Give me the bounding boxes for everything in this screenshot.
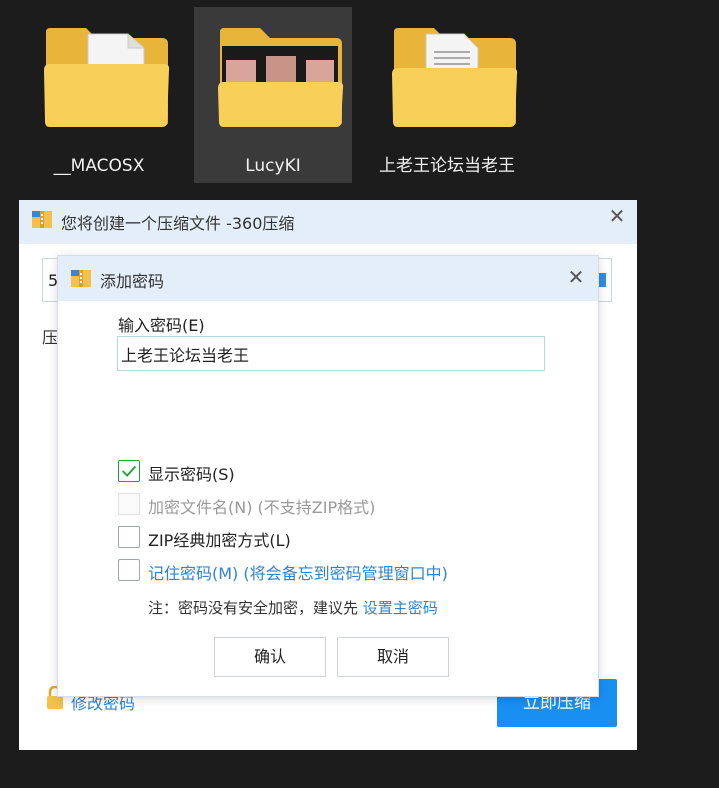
desktop-item-label: 上老王论坛当老王 (379, 156, 515, 176)
password-note: 注：密码没有安全加密，建议先 设置主密码 (148, 597, 438, 618)
close-icon[interactable]: ✕ (607, 206, 627, 226)
remember-password-label: 记住密码(M) (将会备忘到密码管理窗口中) (148, 564, 448, 583)
output-path-text: 5 (48, 271, 59, 290)
password-input-label: 输入密码(E) (118, 316, 205, 335)
desktop-item-lucyki[interactable]: LucyKI (194, 7, 352, 183)
close-icon[interactable]: ✕ (566, 267, 586, 287)
show-password-label: 显示密码(S) (148, 465, 235, 484)
compress-option-label: 压 (42, 328, 59, 347)
desktop-item-label: __MACOSX (53, 156, 145, 176)
checkmark-icon (121, 465, 137, 477)
folder-icon (44, 28, 170, 127)
password-input[interactable] (117, 336, 545, 371)
compress-dialog-titlebar[interactable]: 您将创建一个压缩文件 -360压缩 ✕ (19, 200, 637, 244)
show-password-checkbox[interactable] (118, 460, 140, 482)
set-master-password-link[interactable]: 设置主密码 (363, 599, 438, 617)
browse-icon[interactable] (598, 273, 606, 287)
archive-app-icon (32, 211, 52, 228)
password-note-text: 注：密码没有安全加密，建议先 (148, 599, 363, 617)
compress-dialog-title: 您将创建一个压缩文件 -360压缩 (61, 214, 295, 233)
encrypt-filenames-checkbox (118, 493, 140, 515)
add-password-titlebar[interactable]: 添加密码 ✕ (58, 256, 598, 301)
zip-classic-encryption-checkbox[interactable] (118, 526, 140, 548)
desktop-item-textfolder[interactable]: 上老王论坛当老王 (368, 7, 526, 183)
confirm-button[interactable]: 确认 (214, 637, 326, 677)
add-password-dialog: 添加密码 ✕ 输入密码(E) 显示密码(S) 加密文件名(N) (不支持ZIP格… (58, 256, 598, 696)
desktop-item-label: LucyKI (245, 156, 301, 176)
archive-app-icon (71, 270, 91, 287)
desktop-item-macosx[interactable]: __MACOSX (20, 7, 178, 183)
add-password-title: 添加密码 (100, 272, 165, 291)
encrypt-filenames-label: 加密文件名(N) (不支持ZIP格式) (148, 498, 376, 517)
zip-classic-encryption-label: ZIP经典加密方式(L) (148, 531, 291, 550)
remember-password-checkbox[interactable] (118, 559, 140, 581)
cancel-button[interactable]: 取消 (337, 637, 449, 677)
folder-thumbnail-icon (218, 28, 344, 127)
folder-icon (392, 28, 518, 127)
